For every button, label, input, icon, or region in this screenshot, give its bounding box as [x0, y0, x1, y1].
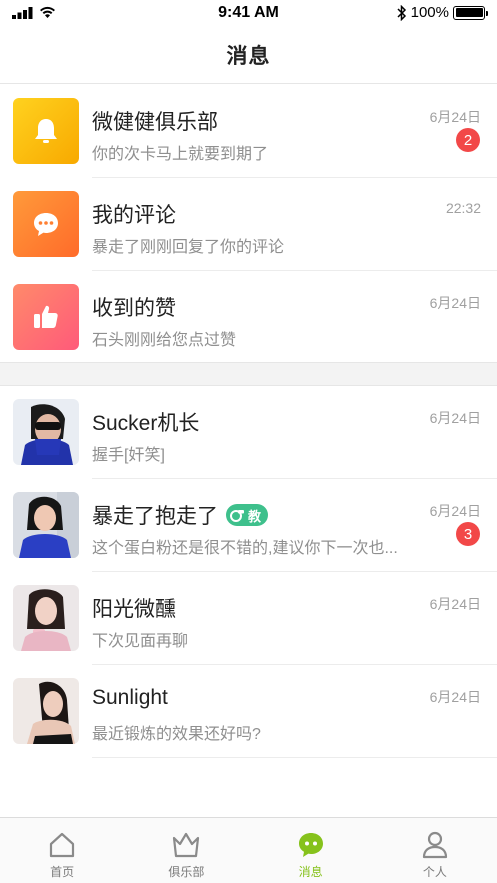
- tab-label: 首页: [50, 865, 75, 879]
- tab-label: 消息: [298, 865, 323, 879]
- list-item-club-notice[interactable]: 微健健俱乐部 你的次卡马上就要到期了 6月24日 2: [0, 85, 497, 178]
- avatar: [13, 678, 79, 744]
- item-time: 6月24日: [429, 295, 481, 311]
- thumbs-up-icon: [13, 284, 79, 350]
- tab-profile[interactable]: 个人: [373, 818, 497, 883]
- list-item-chat[interactable]: 阳光微醺 下次见面再聊 6月24日: [0, 572, 497, 665]
- item-time: 6月24日: [429, 109, 481, 125]
- item-title: 微健健俱乐部: [92, 111, 218, 134]
- tab-messages[interactable]: 消息: [249, 818, 373, 883]
- battery-icon: [453, 5, 488, 20]
- list-item-chat[interactable]: Sunlight 最近锻炼的效果还好吗? 6月24日: [0, 665, 497, 758]
- person-icon: [422, 831, 447, 859]
- nav-bar: 消息: [0, 26, 497, 84]
- comment-icon: [13, 191, 79, 257]
- avatar: [13, 399, 79, 465]
- unread-badge: 2: [456, 128, 480, 152]
- status-right: 100%: [397, 4, 488, 21]
- item-time: 6月24日: [429, 689, 481, 705]
- system-message-list: 微健健俱乐部 你的次卡马上就要到期了 6月24日 2 我的评论 暴走了刚刚回复了…: [0, 85, 497, 364]
- item-preview: 下次见面再聊: [92, 633, 189, 650]
- home-icon: [50, 832, 75, 858]
- item-preview: 你的次卡马上就要到期了: [92, 146, 269, 163]
- list-item-likes[interactable]: 收到的赞 石头刚刚给您点过赞 6月24日: [0, 271, 497, 364]
- whistle-icon: [230, 510, 244, 522]
- coach-tag: 教: [226, 504, 269, 526]
- list-item-chat[interactable]: 暴走了抱走了 教 这个蛋白粉还是很不错的,建议你下一次也... 6月24日 3: [0, 479, 497, 572]
- item-title: 收到的赞: [92, 297, 176, 320]
- item-preview: 石头刚刚给您点过赞: [92, 332, 237, 349]
- item-time: 6月24日: [429, 410, 481, 426]
- battery-percent: 100%: [410, 4, 449, 21]
- tab-label: 个人: [422, 865, 447, 879]
- item-time: 6月24日: [429, 503, 481, 519]
- tab-club[interactable]: 俱乐部: [124, 818, 248, 883]
- status-bar: 9:41 AM 100%: [0, 0, 497, 26]
- chat-list: Sucker机长 握手[奸笑] 6月24日 暴走了抱走了 教 这个蛋白粉还是很不…: [0, 386, 497, 758]
- avatar: [13, 585, 79, 651]
- section-divider: [0, 362, 497, 386]
- bluetooth-icon: [397, 4, 406, 21]
- item-title: Sucker机长: [92, 412, 200, 435]
- item-title: 阳光微醺: [92, 598, 176, 621]
- item-title: 我的评论: [92, 204, 176, 227]
- page-title: 消息: [226, 44, 271, 68]
- item-preview: 暴走了刚刚回复了你的评论: [92, 239, 285, 256]
- bell-icon: [13, 98, 79, 164]
- item-time: 6月24日: [429, 596, 481, 612]
- item-preview: 这个蛋白粉还是很不错的,建议你下一次也...: [92, 540, 398, 557]
- tab-bar: 首页 俱乐部 消息 个人: [0, 817, 497, 883]
- unread-badge: 3: [456, 522, 480, 546]
- item-title: Sunlight: [92, 686, 168, 709]
- avatar: [13, 492, 79, 558]
- list-item-chat[interactable]: Sucker机长 握手[奸笑] 6月24日: [0, 386, 497, 479]
- list-item-my-comments[interactable]: 我的评论 暴走了刚刚回复了你的评论 22:32: [0, 178, 497, 271]
- item-title: 暴走了抱走了 教: [92, 500, 269, 530]
- tab-label: 俱乐部: [168, 865, 205, 879]
- item-preview: 最近锻炼的效果还好吗?: [92, 726, 261, 743]
- coach-tag-label: 教: [248, 508, 262, 524]
- message-icon: [298, 833, 323, 857]
- item-time: 22:32: [445, 200, 481, 216]
- crown-icon: [173, 832, 200, 858]
- tab-home[interactable]: 首页: [0, 818, 124, 883]
- chat-name: 暴走了抱走了: [92, 505, 218, 528]
- item-preview: 握手[奸笑]: [92, 447, 165, 464]
